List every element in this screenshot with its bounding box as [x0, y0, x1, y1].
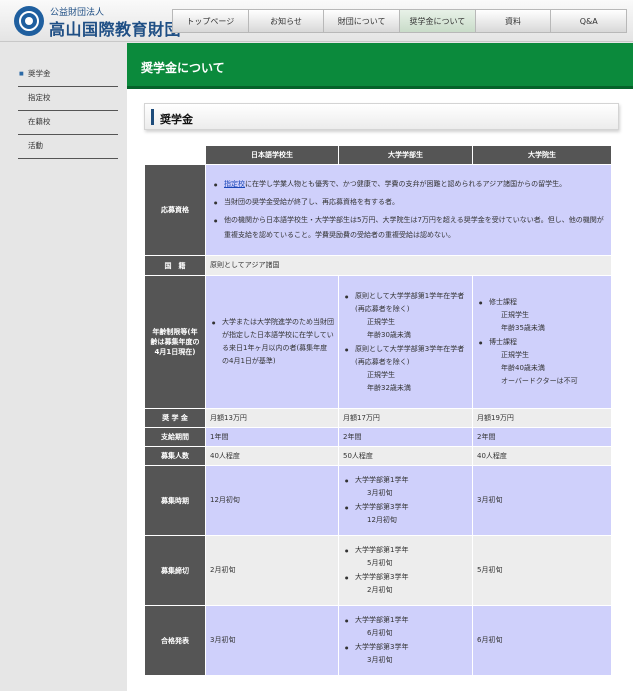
table-row-eligibility: 応募資格 指定校に在学し学業人物とも優秀で、かつ健康で、学費の支弁が困難と認めら…	[144, 164, 612, 256]
age-cell-undergraduate: 原則として大学学部第1学年在学者(再応募者を除く) 正規学生 年齢30歳未満 原…	[338, 275, 473, 409]
row-header-age-limit: 年齢制限等(年齢は募集年度の4月1日現在)	[144, 275, 206, 409]
age-cell-graduate: 修士課程 正規学生 年齢35歳未満 博士課程 正規学生 年齢40歳未満 オーバー…	[472, 275, 612, 409]
nav-qa[interactable]: Q&A	[551, 9, 628, 33]
row-header-deadline: 募集締切	[144, 535, 206, 606]
table-header-row: 日本語学校生 大学学部生 大学院生	[144, 145, 612, 165]
period-cell: 2年間	[338, 427, 473, 447]
table-corner-cell	[144, 145, 206, 165]
period-cell: 2年間	[472, 427, 612, 447]
column-header-graduate: 大学院生	[472, 145, 612, 165]
period-cell: 1年間	[205, 427, 339, 447]
sidebar: 奨学金 指定校 在籍校 活動	[0, 43, 127, 691]
row-header-announcement: 合格発表	[144, 605, 206, 676]
column-header-undergraduate: 大学学部生	[338, 145, 473, 165]
amount-cell: 月額19万円	[472, 408, 612, 428]
eligibility-item: 指定校に在学し学業人物とも優秀で、かつ健康で、学費の支弁が困難と認められるアジア…	[210, 177, 607, 192]
table-row-amount: 奨 学 金 月額13万円 月額17万円 月額19万円	[144, 408, 612, 428]
sidebar-item-enrolled-schools[interactable]: 在籍校	[18, 111, 118, 135]
site-logo[interactable]: 公益財団法人 高山国際教育財団	[14, 4, 184, 39]
row-header-eligibility: 応募資格	[144, 164, 206, 256]
list-item: 大学または大学院進学のため当財団が指定した日本語学校に在学している来日1年ヶ月以…	[210, 316, 334, 368]
site-header: 公益財団法人 高山国際教育財団 トップページ お知らせ 財団について 奨学金につ…	[0, 0, 633, 42]
foundation-emblem-icon	[14, 6, 44, 36]
nav-news[interactable]: お知らせ	[248, 9, 325, 33]
amount-cell: 月額17万円	[338, 408, 473, 428]
page-banner: 奨学金について	[127, 43, 633, 89]
row-header-recruits: 募集人数	[144, 446, 206, 466]
recruit-time-cell: 大学学部第1学年3月初旬 大学学部第3学年12月初旬	[338, 465, 473, 536]
row-header-period: 支給期間	[144, 427, 206, 447]
sidebar-menu: 奨学金 指定校 在籍校 活動	[18, 63, 118, 159]
deadline-cell: 大学学部第1学年5月初旬 大学学部第3学年2月初旬	[338, 535, 473, 606]
recruits-cell: 50人程度	[338, 446, 473, 466]
list-item: 大学学部第1学年3月初旬	[343, 474, 468, 500]
nav-top[interactable]: トップページ	[172, 9, 249, 33]
table-row-recruits: 募集人数 40人程度 50人程度 40人程度	[144, 446, 612, 466]
scholarship-table: 日本語学校生 大学学部生 大学院生 応募資格 指定校に在学し学業人物とも優秀で、…	[144, 145, 612, 676]
nav-about[interactable]: 財団について	[324, 9, 401, 33]
column-header-language-school: 日本語学校生	[205, 145, 339, 165]
scholarship-table-wrap: 日本語学校生 大学学部生 大学院生 応募資格 指定校に在学し学業人物とも優秀で、…	[144, 145, 612, 676]
list-item: 原則として大学学部第1学年在学者(再応募者を除く) 正規学生 年齢30歳未満	[343, 290, 468, 342]
eligibility-item: 他の機関から日本語学校生・大学学部生は5万円、大学院生は7万円を超える奨学金を受…	[210, 213, 607, 243]
list-item: 大学学部第3学年2月初旬	[343, 571, 468, 597]
table-row-age-limit: 年齢制限等(年齢は募集年度の4月1日現在) 大学または大学院進学のため当財団が指…	[144, 275, 612, 409]
age-cell-language-school: 大学または大学院進学のため当財団が指定した日本語学校に在学している来日1年ヶ月以…	[205, 275, 339, 409]
recruits-cell: 40人程度	[205, 446, 339, 466]
list-item: 博士課程 正規学生 年齢40歳未満 オーバードクターは不可	[477, 336, 607, 388]
recruits-cell: 40人程度	[472, 446, 612, 466]
sidebar-item-designated-schools[interactable]: 指定校	[18, 87, 118, 111]
table-row-period: 支給期間 1年間 2年間 2年間	[144, 427, 612, 447]
amount-cell: 月額13万円	[205, 408, 339, 428]
list-item: 修士課程 正規学生 年齢35歳未満	[477, 296, 607, 335]
nav-scholarship[interactable]: 奨学金について	[400, 9, 476, 33]
announcement-cell: 3月初旬	[205, 605, 339, 676]
eligibility-list: 指定校に在学し学業人物とも優秀で、かつ健康で、学費の支弁が困難と認められるアジア…	[210, 177, 607, 243]
logo-title: 高山国際教育財団	[49, 20, 182, 39]
list-item: 大学学部第3学年12月初旬	[343, 501, 468, 527]
deadline-cell: 5月初旬	[472, 535, 612, 606]
nav-materials[interactable]: 資料	[475, 9, 552, 33]
eligibility-text: に在学し学業人物とも優秀で、かつ健康で、学費の支弁が困難と認められるアジア諸国か…	[245, 180, 567, 188]
row-header-recruit-time: 募集時期	[144, 465, 206, 536]
list-item: 大学学部第1学年6月初旬	[343, 614, 468, 640]
table-row-deadline: 募集締切 2月初旬 大学学部第1学年5月初旬 大学学部第3学年2月初旬 5月初旬	[144, 535, 612, 606]
announcement-cell: 6月初旬	[472, 605, 612, 676]
list-item: 原則として大学学部第3学年在学者(再応募者を除く) 正規学生 年齢32歳未満	[343, 343, 468, 395]
heading-accent-bar	[151, 109, 154, 125]
eligibility-item: 当財団の奨学金受給が終了し、再応募資格を有する者。	[210, 195, 607, 210]
nationality-cell: 原則としてアジア諸国	[205, 255, 612, 276]
global-nav: トップページ お知らせ 財団について 奨学金について 資料 Q&A	[172, 9, 628, 33]
page-title: 奨学金について	[141, 61, 225, 75]
list-item: 大学学部第3学年3月初旬	[343, 641, 468, 667]
announcement-cell: 大学学部第1学年6月初旬 大学学部第3学年3月初旬	[338, 605, 473, 676]
deadline-cell: 2月初旬	[205, 535, 339, 606]
section-heading: 奨学金	[144, 103, 619, 130]
designated-school-link[interactable]: 指定校	[224, 180, 245, 188]
sidebar-item-scholarship[interactable]: 奨学金	[18, 63, 118, 87]
table-row-recruit-time: 募集時期 12月初旬 大学学部第1学年3月初旬 大学学部第3学年12月初旬 3月…	[144, 465, 612, 536]
sidebar-item-activities[interactable]: 活動	[18, 135, 118, 159]
row-header-nationality: 国 籍	[144, 255, 206, 276]
section-title: 奨学金	[160, 113, 193, 126]
recruit-time-cell: 3月初旬	[472, 465, 612, 536]
table-row-announcement: 合格発表 3月初旬 大学学部第1学年6月初旬 大学学部第3学年3月初旬 6月初旬	[144, 605, 612, 676]
main-content: 奨学金について 奨学金 日本語学校生 大学学部生 大学院生 応募資格 ● 指定校…	[127, 43, 633, 691]
recruit-time-cell: 12月初旬	[205, 465, 339, 536]
eligibility-cell: 指定校に在学し学業人物とも優秀で、かつ健康で、学費の支弁が困難と認められるアジア…	[205, 164, 612, 256]
list-item: 大学学部第1学年5月初旬	[343, 544, 468, 570]
row-header-amount: 奨 学 金	[144, 408, 206, 428]
table-row-nationality: 国 籍 原則としてアジア諸国	[144, 255, 612, 276]
